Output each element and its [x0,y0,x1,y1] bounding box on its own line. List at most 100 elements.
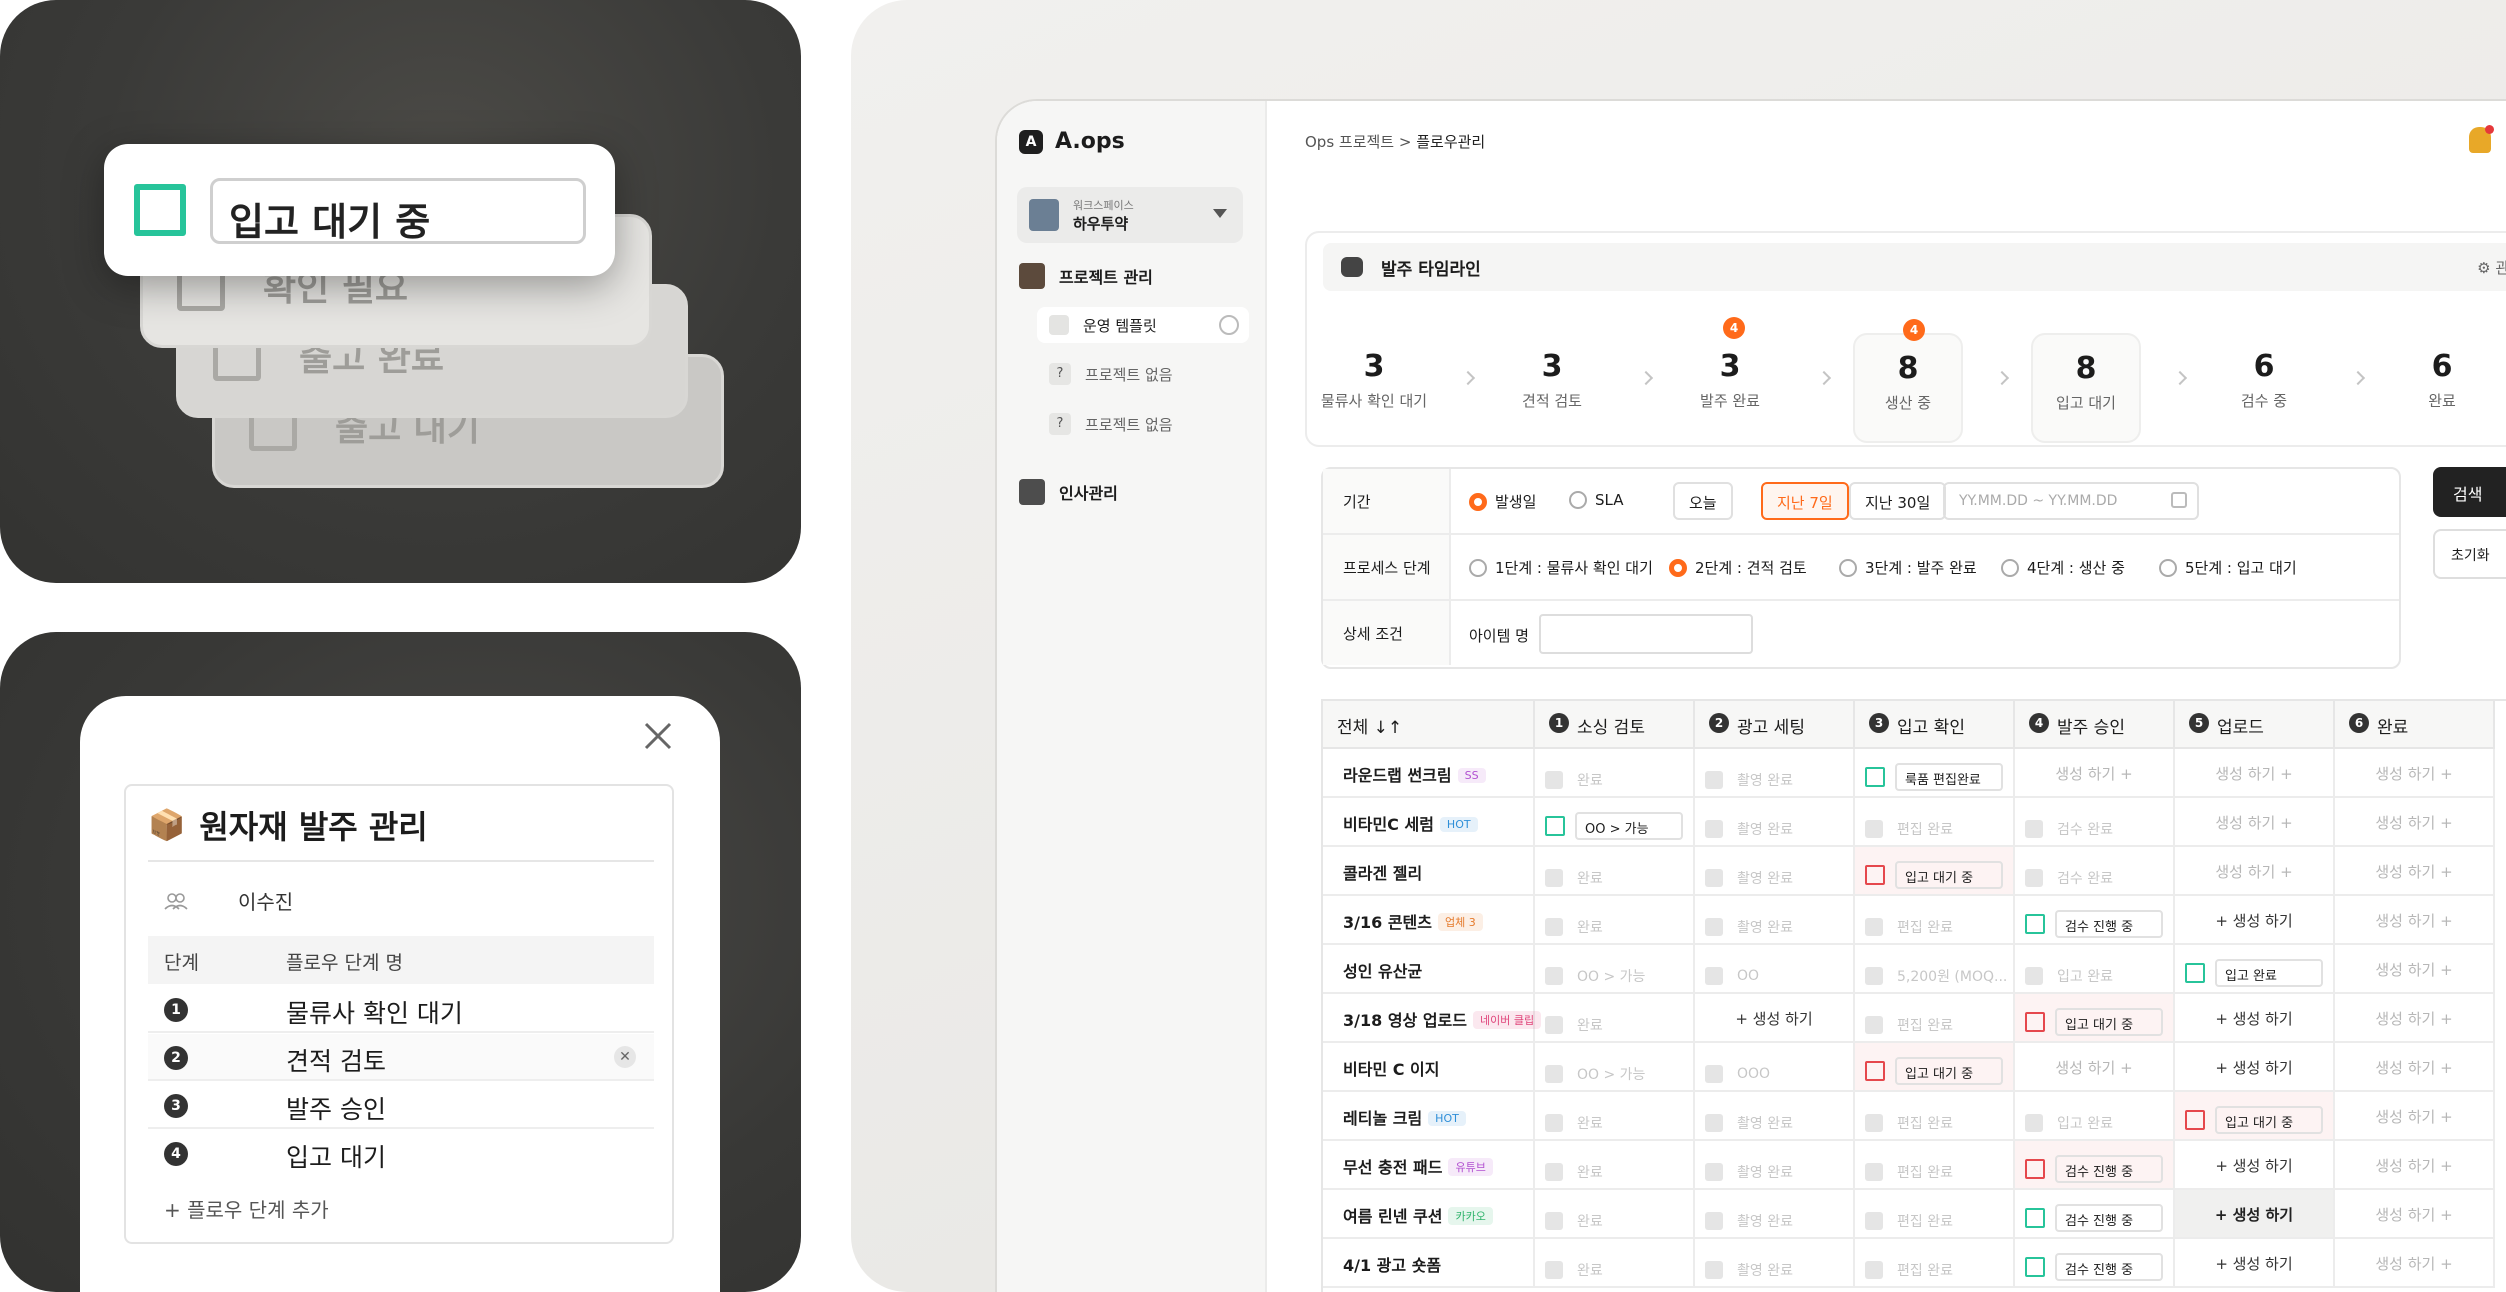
cell-status-input[interactable]: 입고 완료 [2215,959,2323,987]
flow-step-row[interactable]: 2 견적 검토 ✕ [148,1034,654,1081]
gear-icon[interactable] [1219,315,1239,335]
create-button[interactable]: + 생성 하기 [2175,1190,2335,1239]
checkbox-icon[interactable] [134,184,186,236]
checkbox-icon[interactable] [2025,1012,2045,1032]
row-item-name[interactable]: 비타민 C 이지 [1323,1043,1535,1092]
timeline-step[interactable]: 4 3 발주 완료 [1675,317,1785,443]
range-30days-button[interactable]: 지난 30일 [1849,482,1947,520]
radio-process-1[interactable]: 1단계 : 물류사 확인 대기 [1469,557,1653,578]
flow-step-row[interactable]: 4 입고 대기 [148,1130,654,1177]
row-item-name[interactable]: 콜라겐 젤리 [1323,847,1535,896]
timeline-manage-button[interactable]: ⚙ 관리 [2477,257,2506,278]
sidebar-item-empty[interactable]: ? 프로젝트 없음 [1049,363,1173,385]
create-button[interactable]: + 생성 하기 [2175,1141,2335,1190]
step-name[interactable]: 입고 대기 [286,1138,386,1174]
checkbox-icon[interactable] [2025,1159,2045,1179]
cell-status-input[interactable]: 검수 진행 중 [2055,1253,2163,1281]
create-button[interactable]: 생성 하기 + [2015,749,2175,798]
row-item-name[interactable]: 레티놀 크림 HOT [1323,1092,1535,1141]
cell-status-input[interactable]: 검수 진행 중 [2055,910,2163,938]
cell-active[interactable]: 검수 진행 중 [2015,1141,2175,1190]
radio-process-3[interactable]: 3단계 : 발주 완료 [1839,557,1977,578]
remove-step-icon[interactable]: ✕ [614,1046,636,1068]
column-header[interactable]: 4 발주 승인 [2015,701,2175,749]
sidebar-item-empty[interactable]: ? 프로젝트 없음 [1049,413,1173,435]
row-item-name[interactable]: 성인 유산균 [1323,945,1535,994]
cell-active[interactable]: 검수 진행 중 [2015,1190,2175,1239]
item-name-input[interactable] [1539,614,1753,654]
checkbox-icon[interactable] [2025,914,2045,934]
checkbox-icon[interactable] [1865,1061,1885,1081]
checkbox-icon[interactable] [1865,865,1885,885]
create-button[interactable]: + 생성 하기 [1695,994,1855,1043]
assignee-row[interactable]: 이수진 [164,886,293,915]
create-button[interactable]: 생성 하기 + [2335,798,2495,847]
radio-process-2[interactable]: 2단계 : 견적 검토 [1669,557,1807,578]
row-item-name[interactable]: 4/1 광고 숏폼 [1323,1239,1535,1288]
row-item-name[interactable]: 무선 충전 패드 유튜브 [1323,1141,1535,1190]
timeline-step[interactable]: 6 완료 [2387,333,2497,443]
cell-active[interactable]: 룩품 편집완료 [1855,749,2015,798]
timeline-step[interactable]: 4 8 생산 중 [1853,319,1963,443]
column-header[interactable]: 2 광고 세팅 [1695,701,1855,749]
cell-status-input[interactable]: OO > 가능 [1575,812,1683,840]
radio-sla[interactable]: SLA [1569,491,1623,509]
create-button[interactable]: 생성 하기 + [2335,1141,2495,1190]
create-button[interactable]: 생성 하기 + [2335,749,2495,798]
step-name[interactable]: 발주 승인 [286,1090,386,1126]
flow-step-row[interactable]: 3 발주 승인 [148,1082,654,1129]
status-field[interactable]: 입고 대기 중 [210,178,586,244]
search-button[interactable]: 검색 [2433,467,2506,517]
reset-button[interactable]: 초기화 [2433,529,2506,579]
cell-status-input[interactable]: 입고 대기 중 [2215,1106,2323,1134]
range-7days-button[interactable]: 지난 7일 [1761,482,1849,520]
create-button[interactable]: + 생성 하기 [2175,1239,2335,1288]
create-button[interactable]: 생성 하기 + [2335,1190,2495,1239]
timeline-step[interactable]: 3 물류사 확인 대기 [1319,333,1429,443]
row-item-name[interactable]: 3/18 영상 업로드 네이버 클립 [1323,994,1542,1043]
create-button[interactable]: 생성 하기 + [2175,749,2335,798]
flow-step-row[interactable]: 1 물류사 확인 대기 [148,986,654,1033]
cell-status-input[interactable]: 검수 진행 중 [2055,1204,2163,1232]
cell-active[interactable]: 검수 진행 중 [2015,1239,2175,1288]
column-header[interactable]: 3 입고 확인 [1855,701,2015,749]
create-button[interactable]: 생성 하기 + [2335,945,2495,994]
range-today-button[interactable]: 오늘 [1673,482,1733,520]
create-button[interactable]: + 생성 하기 [2175,1043,2335,1092]
cell-status-input[interactable]: 입고 대기 중 [2055,1008,2163,1036]
cell-active[interactable]: OO > 가능 [1535,798,1695,847]
create-button[interactable]: 생성 하기 + [2335,847,2495,896]
workspace-selector[interactable]: 워크스페이스 하우투약 [1017,187,1243,243]
checkbox-icon[interactable] [2025,1208,2045,1228]
app-logo[interactable]: A A.ops [1019,129,1125,154]
status-card-front[interactable]: 입고 대기 중 [104,144,615,276]
step-name[interactable]: 물류사 확인 대기 [286,994,463,1030]
radio-process-4[interactable]: 4단계 : 생산 중 [2001,557,2125,578]
create-button[interactable]: 생성 하기 + [2335,1092,2495,1141]
create-button[interactable]: 생성 하기 + [2335,1043,2495,1092]
cell-active[interactable]: 입고 완료 [2175,945,2335,994]
calendar-icon[interactable] [2171,492,2187,508]
breadcrumb-parent[interactable]: Ops 프로젝트 > [1305,133,1416,151]
cell-status-input[interactable]: 입고 대기 중 [1895,861,2003,889]
create-button[interactable]: 생성 하기 + [2175,847,2335,896]
column-header[interactable]: 5 업로드 [2175,701,2335,749]
row-item-name[interactable]: 3/16 콘텐츠 업체 3 [1323,896,1535,945]
radio-process-5[interactable]: 5단계 : 입고 대기 [2159,557,2297,578]
row-item-name[interactable]: 라운드랩 썬크림 SS [1323,749,1535,798]
create-button[interactable]: + 생성 하기 [2175,896,2335,945]
column-header[interactable]: 1 소싱 검토 [1535,701,1695,749]
add-step-button[interactable]: + 플로우 단계 추가 [164,1194,329,1223]
column-header[interactable]: 6 완료 [2335,701,2495,749]
timeline-step[interactable]: 8 입고 대기 [2031,333,2141,443]
checkbox-icon[interactable] [2185,1110,2205,1130]
checkbox-icon[interactable] [1545,816,1565,836]
cell-status-input[interactable]: 검수 진행 중 [2055,1155,2163,1183]
create-button[interactable]: 생성 하기 + [2335,896,2495,945]
checkbox-icon[interactable] [2025,1257,2045,1277]
close-icon[interactable] [640,718,676,754]
cell-active[interactable]: 입고 대기 중 [2175,1092,2335,1141]
create-button[interactable]: + 생성 하기 [2175,994,2335,1043]
checkbox-icon[interactable] [2185,963,2205,983]
checkbox-icon[interactable] [1865,767,1885,787]
